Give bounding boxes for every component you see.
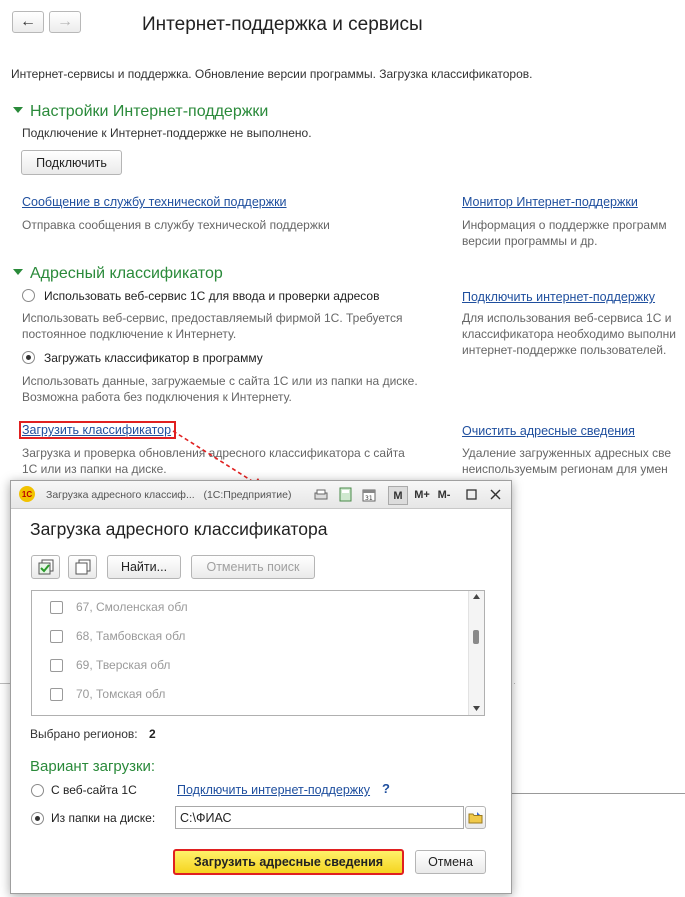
list-item[interactable]: 69, Тверская обл: [32, 651, 470, 680]
monitor-link[interactable]: Монитор Интернет-поддержки: [462, 195, 638, 209]
support-status: Подключение к Интернет-поддержке не выпо…: [22, 126, 312, 140]
dialog-heading: Загрузка адресного классификатора: [30, 519, 328, 539]
app-logo-icon: 1C: [19, 486, 35, 502]
option-web-desc-2: постоянное подключение к Интернету.: [22, 327, 237, 341]
scroll-down-icon[interactable]: [472, 705, 481, 712]
uncheck-all-icon: [75, 559, 90, 575]
connect-desc-2: классификатора необходимо выполни: [462, 327, 676, 341]
list-item[interactable]: 67, Смоленская обл: [32, 593, 470, 622]
region-checkbox[interactable]: [50, 601, 63, 614]
arrow-left-icon: ←: [20, 13, 36, 30]
page-title: Интернет-поддержка и сервисы: [142, 14, 423, 35]
connect-button[interactable]: Подключить: [21, 150, 122, 175]
collapse-triangle-icon: [13, 106, 23, 113]
monitor-desc-2: версии программы и др.: [462, 234, 598, 248]
radio-load-classifier[interactable]: [22, 351, 35, 364]
selected-regions-count: 2: [149, 727, 156, 741]
scroll-thumb[interactable]: [473, 630, 479, 644]
forward-button[interactable]: →: [49, 11, 81, 33]
option-load-desc-2: Возможна работа без подключения к Интерн…: [22, 390, 292, 404]
clear-desc-2: неиспользуемым регионам для умен: [462, 462, 668, 476]
section-address[interactable]: Адресный классификатор: [13, 265, 223, 283]
list-item[interactable]: 70, Томская обл: [32, 680, 470, 709]
load-desc-2: 1С или из папки на диске.: [22, 462, 167, 476]
collapse-triangle-icon: [13, 268, 23, 275]
support-message-link[interactable]: Сообщение в службу технической поддержки: [22, 195, 287, 209]
scroll-up-icon[interactable]: [472, 593, 481, 600]
connect-desc-3: интернет-поддержке пользователей.: [462, 343, 667, 357]
variant-title: Вариант загрузки:: [30, 758, 156, 775]
monitor-desc-1: Информация о поддержке программ: [462, 218, 667, 232]
load-address-data-button[interactable]: Загрузить адресные сведения: [173, 849, 404, 875]
clear-desc-1: Удаление загруженных адресных све: [462, 446, 672, 460]
list-scrollbar[interactable]: [468, 591, 484, 715]
cancel-button[interactable]: Отмена: [415, 850, 486, 874]
folder-icon: [468, 812, 483, 824]
clear-address-link[interactable]: Очистить адресные сведения: [462, 424, 635, 438]
page-subtitle: Интернет-сервисы и поддержка. Обновление…: [11, 67, 533, 81]
print-icon[interactable]: [313, 486, 329, 503]
option-load-desc-1: Использовать данные, загружаемые с сайта…: [22, 374, 418, 388]
folder-path-input[interactable]: C:\ФИАС: [175, 806, 464, 829]
option-load-label: Загружать классификатор в программу: [44, 351, 263, 365]
memory-minus-button[interactable]: M-: [434, 486, 454, 503]
memory-plus-button[interactable]: M+: [412, 486, 432, 503]
check-all-icon: [38, 559, 53, 575]
list-item[interactable]: 68, Тамбовская обл: [32, 622, 470, 651]
from-site-label: С веб-сайта 1С: [51, 783, 137, 797]
load-classifier-link[interactable]: Загрузить классификатор: [22, 423, 171, 437]
from-folder-label: Из папки на диске:: [51, 811, 156, 825]
divider: [510, 793, 685, 794]
cancel-search-button[interactable]: Отменить поиск: [191, 555, 315, 579]
calendar-icon[interactable]: 31: [361, 486, 377, 503]
selected-regions-label: Выбрано регионов:: [30, 727, 138, 741]
connect-desc-1: Для использования веб-сервиса 1С и: [462, 311, 672, 325]
option-web-desc-1: Использовать веб-сервис, предоставляемый…: [22, 311, 403, 325]
radio-use-web-service[interactable]: [22, 289, 35, 302]
region-checkbox[interactable]: [50, 659, 63, 672]
back-button[interactable]: ←: [12, 11, 44, 33]
section-support[interactable]: Настройки Интернет-поддержки: [13, 103, 268, 121]
region-checkbox[interactable]: [50, 630, 63, 643]
connect-support-link[interactable]: Подключить интернет-поддержку: [462, 290, 655, 304]
maximize-icon[interactable]: [464, 486, 478, 503]
option-web-label: Использовать веб-сервис 1С для ввода и п…: [44, 289, 380, 303]
dialog-connect-link[interactable]: Подключить интернет-поддержку: [177, 783, 370, 797]
find-button[interactable]: Найти...: [107, 555, 181, 579]
svg-text:31: 31: [365, 495, 373, 502]
divider: [0, 683, 10, 684]
load-classifier-dialog: 1C Загрузка адресного классиф... (1С:Пре…: [10, 480, 512, 894]
region-checkbox[interactable]: [50, 688, 63, 701]
calculator-icon[interactable]: [337, 486, 353, 503]
support-message-desc: Отправка сообщения в службу технической …: [22, 218, 330, 232]
uncheck-all-button[interactable]: [68, 555, 97, 579]
close-icon[interactable]: [488, 486, 502, 503]
help-icon[interactable]: ?: [382, 781, 390, 796]
divider: [514, 683, 515, 684]
dialog-window-title: Загрузка адресного классиф... (1С:Предпр…: [46, 489, 292, 501]
arrow-right-icon: →: [57, 13, 73, 30]
radio-from-site[interactable]: [31, 784, 44, 797]
memory-m-button[interactable]: M: [388, 486, 408, 505]
radio-from-folder[interactable]: [31, 812, 44, 825]
browse-folder-button[interactable]: [465, 806, 486, 829]
check-all-button[interactable]: [31, 555, 60, 579]
region-list[interactable]: 67, Смоленская обл 68, Тамбовская обл 69…: [31, 590, 485, 716]
dialog-titlebar: 1C Загрузка адресного классиф... (1С:Пре…: [11, 481, 511, 509]
